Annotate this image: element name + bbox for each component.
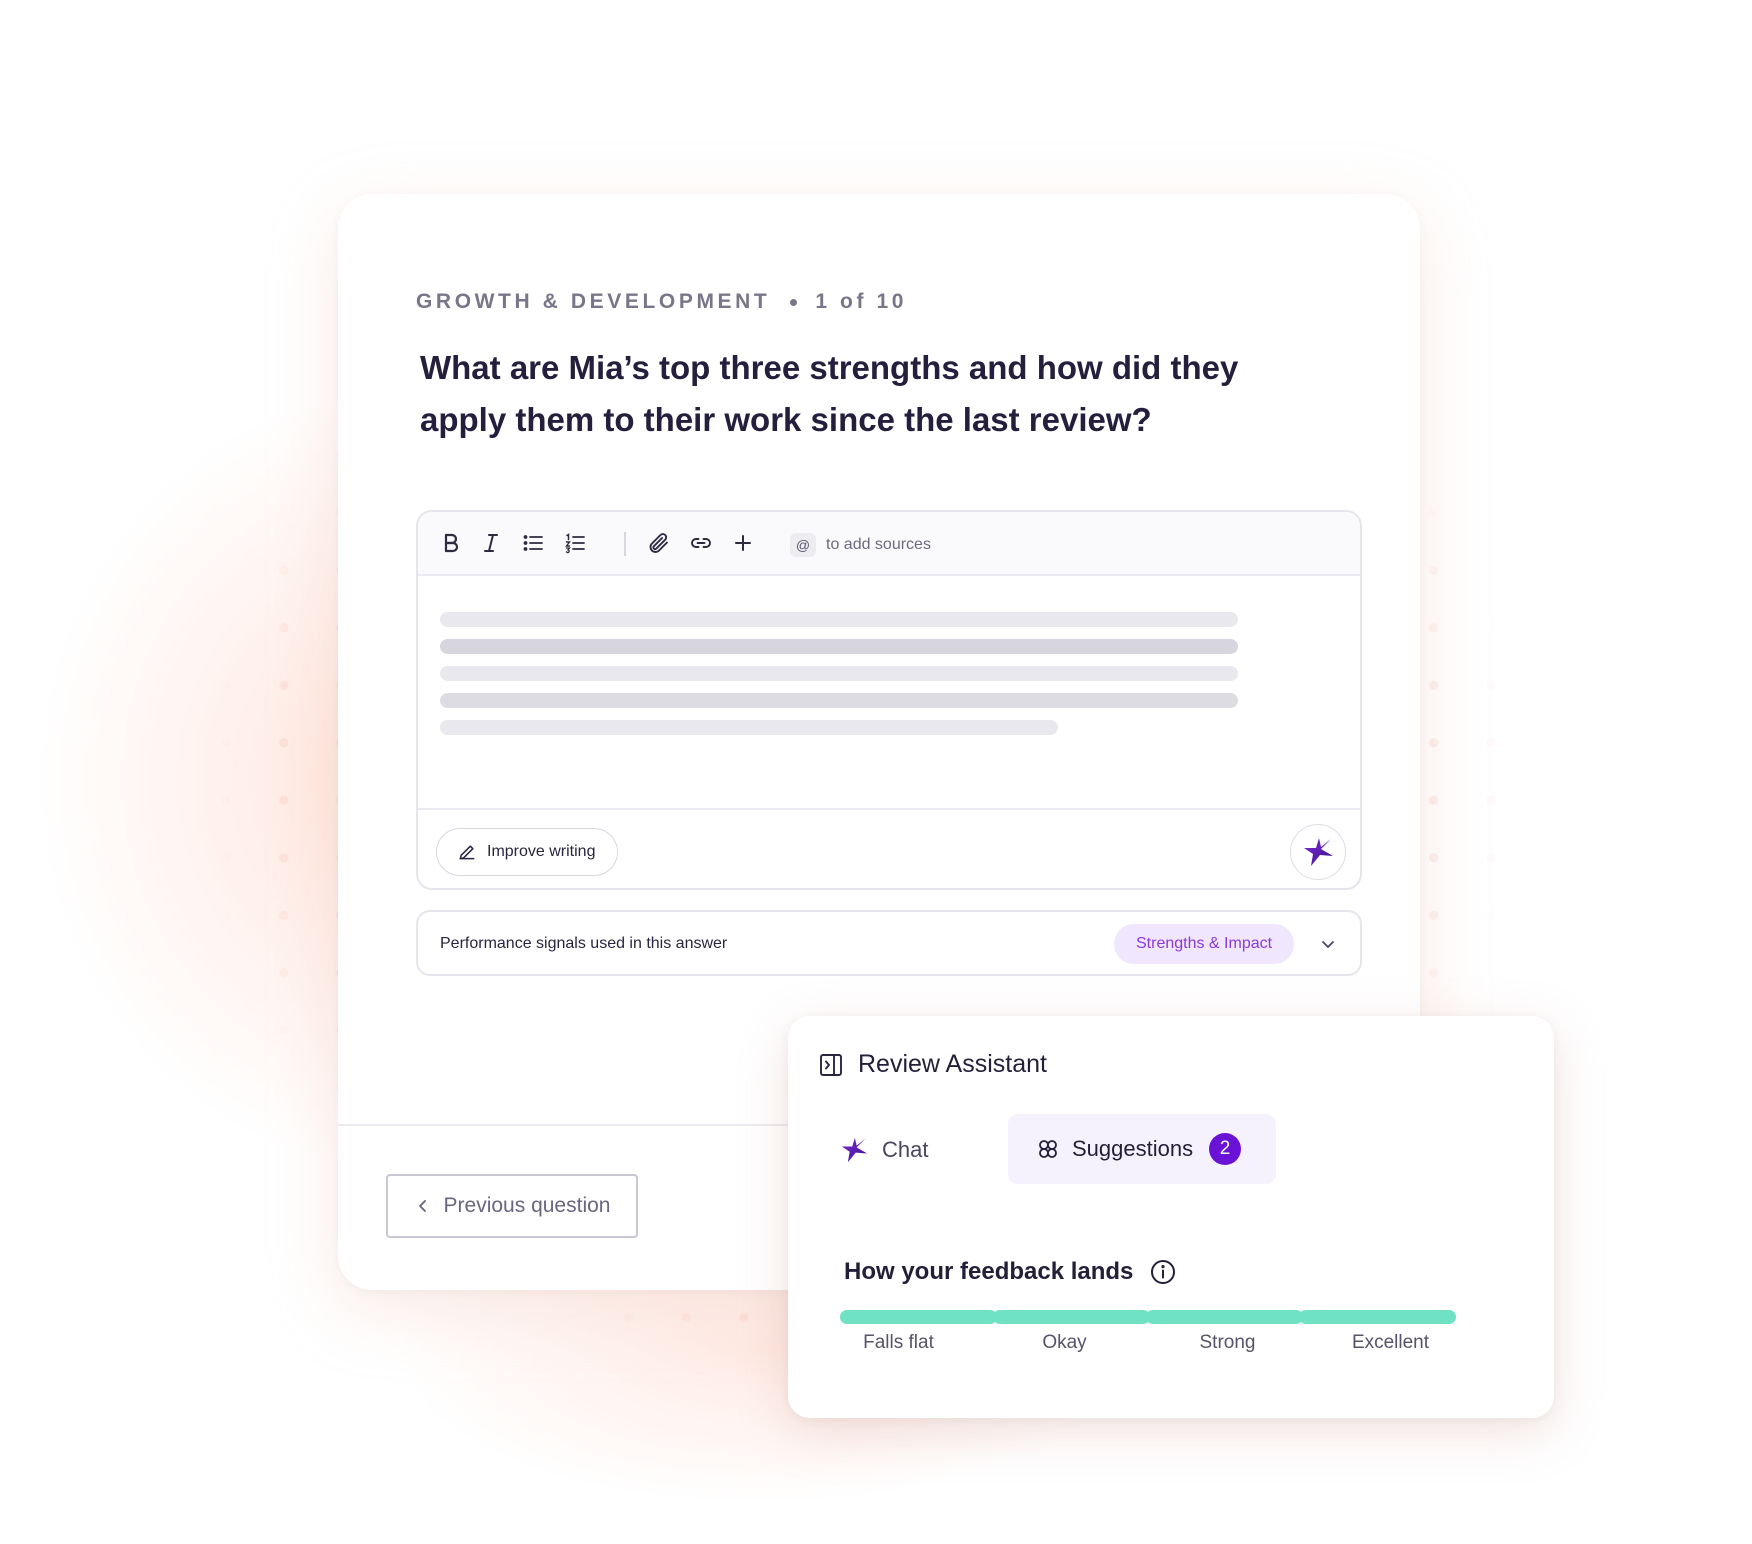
- question-title: What are Mia’s top three strengths and h…: [420, 349, 1239, 438]
- tab-suggestions[interactable]: Suggestions 2: [1008, 1114, 1276, 1184]
- italic-button[interactable]: [474, 526, 508, 560]
- signal-tag[interactable]: Strengths & Impact: [1114, 924, 1295, 964]
- previous-question-button[interactable]: Previous question: [386, 1174, 638, 1238]
- loading-skeleton-line: [440, 639, 1238, 654]
- feedback-level-label: Falls flat: [863, 1332, 934, 1353]
- feedback-level-label: Strong: [1199, 1332, 1256, 1353]
- loading-skeleton-line: [440, 666, 1238, 681]
- assistant-title: Review Assistant: [858, 1050, 1047, 1078]
- italic-icon: [484, 534, 498, 552]
- question-progress: 1 of 10: [815, 290, 908, 313]
- improve-writing-button[interactable]: Improve writing: [436, 828, 619, 876]
- feedback-level-label: Okay: [1042, 1332, 1087, 1353]
- plus-icon: [735, 535, 751, 551]
- sparkle-star-icon: [841, 1137, 868, 1163]
- bold-icon: [444, 533, 459, 553]
- ai-assist-button[interactable]: [1290, 824, 1346, 880]
- feedback-meter-segment: [1299, 1310, 1456, 1324]
- previous-question-label: Previous question: [443, 1194, 611, 1217]
- mention-hint: to add sources: [826, 536, 931, 553]
- editor-toolbar: @ to add sources: [418, 512, 1360, 576]
- assistant-header: Review Assistant: [818, 1050, 1047, 1079]
- improve-writing-label: Improve writing: [487, 843, 596, 860]
- signals-label: Performance signals used in this answer: [440, 935, 728, 952]
- feedback-meter-segment: [840, 1310, 997, 1324]
- tab-chat[interactable]: Chat: [840, 1126, 928, 1174]
- loading-skeleton-line: [440, 693, 1238, 708]
- editor-footer-divider: [418, 808, 1360, 810]
- feedback-meter-segment: [993, 1310, 1150, 1324]
- chevron-left-icon: [418, 1200, 426, 1212]
- loading-skeleton-line: [440, 612, 1238, 627]
- info-icon[interactable]: [1149, 1258, 1177, 1286]
- feedback-heading: How your feedback lands: [844, 1258, 1177, 1286]
- link-icon: [691, 538, 711, 548]
- separator-dot: [790, 298, 798, 306]
- feedback-level-label: Excellent: [1351, 1332, 1430, 1353]
- numbered-list-icon: [565, 533, 585, 554]
- link-button[interactable]: [684, 526, 718, 560]
- toolbar-divider: [624, 532, 626, 556]
- loading-skeleton-line: [440, 720, 1058, 735]
- feedback-meter-segment: [1146, 1310, 1303, 1324]
- add-button[interactable]: [726, 526, 760, 560]
- feedback-title: How your feedback lands: [844, 1258, 1134, 1285]
- suggestions-grid-icon: [1039, 1140, 1057, 1158]
- question-eyebrow: GROWTH & DEVELOPMENT 1 of 10: [416, 290, 907, 314]
- bullet-list-icon: [523, 535, 543, 551]
- answer-editor[interactable]: @ to add sources Improve writing: [416, 510, 1362, 890]
- performance-signals-bar[interactable]: Performance signals used in this answer …: [416, 910, 1362, 976]
- chevron-down-icon[interactable]: [1318, 934, 1338, 954]
- tab-suggestions-label: Suggestions: [1072, 1136, 1194, 1161]
- numbered-list-button[interactable]: [558, 526, 592, 560]
- tab-chat-label: Chat: [882, 1137, 929, 1162]
- bullet-list-button[interactable]: [516, 526, 550, 560]
- panel-collapse-icon[interactable]: [818, 1052, 844, 1078]
- pencil-icon: [459, 845, 475, 860]
- attach-button[interactable]: [642, 526, 676, 560]
- suggestions-count-badge: 2: [1209, 1133, 1242, 1165]
- sparkle-star-icon: [1304, 838, 1333, 866]
- bold-button[interactable]: [434, 526, 468, 560]
- mention-key-chip[interactable]: @: [790, 533, 816, 557]
- review-assistant-panel: Review Assistant Chat Suggestions 2 How …: [788, 1016, 1554, 1418]
- paperclip-icon: [649, 533, 668, 553]
- section-name: GROWTH & DEVELOPMENT: [416, 290, 771, 313]
